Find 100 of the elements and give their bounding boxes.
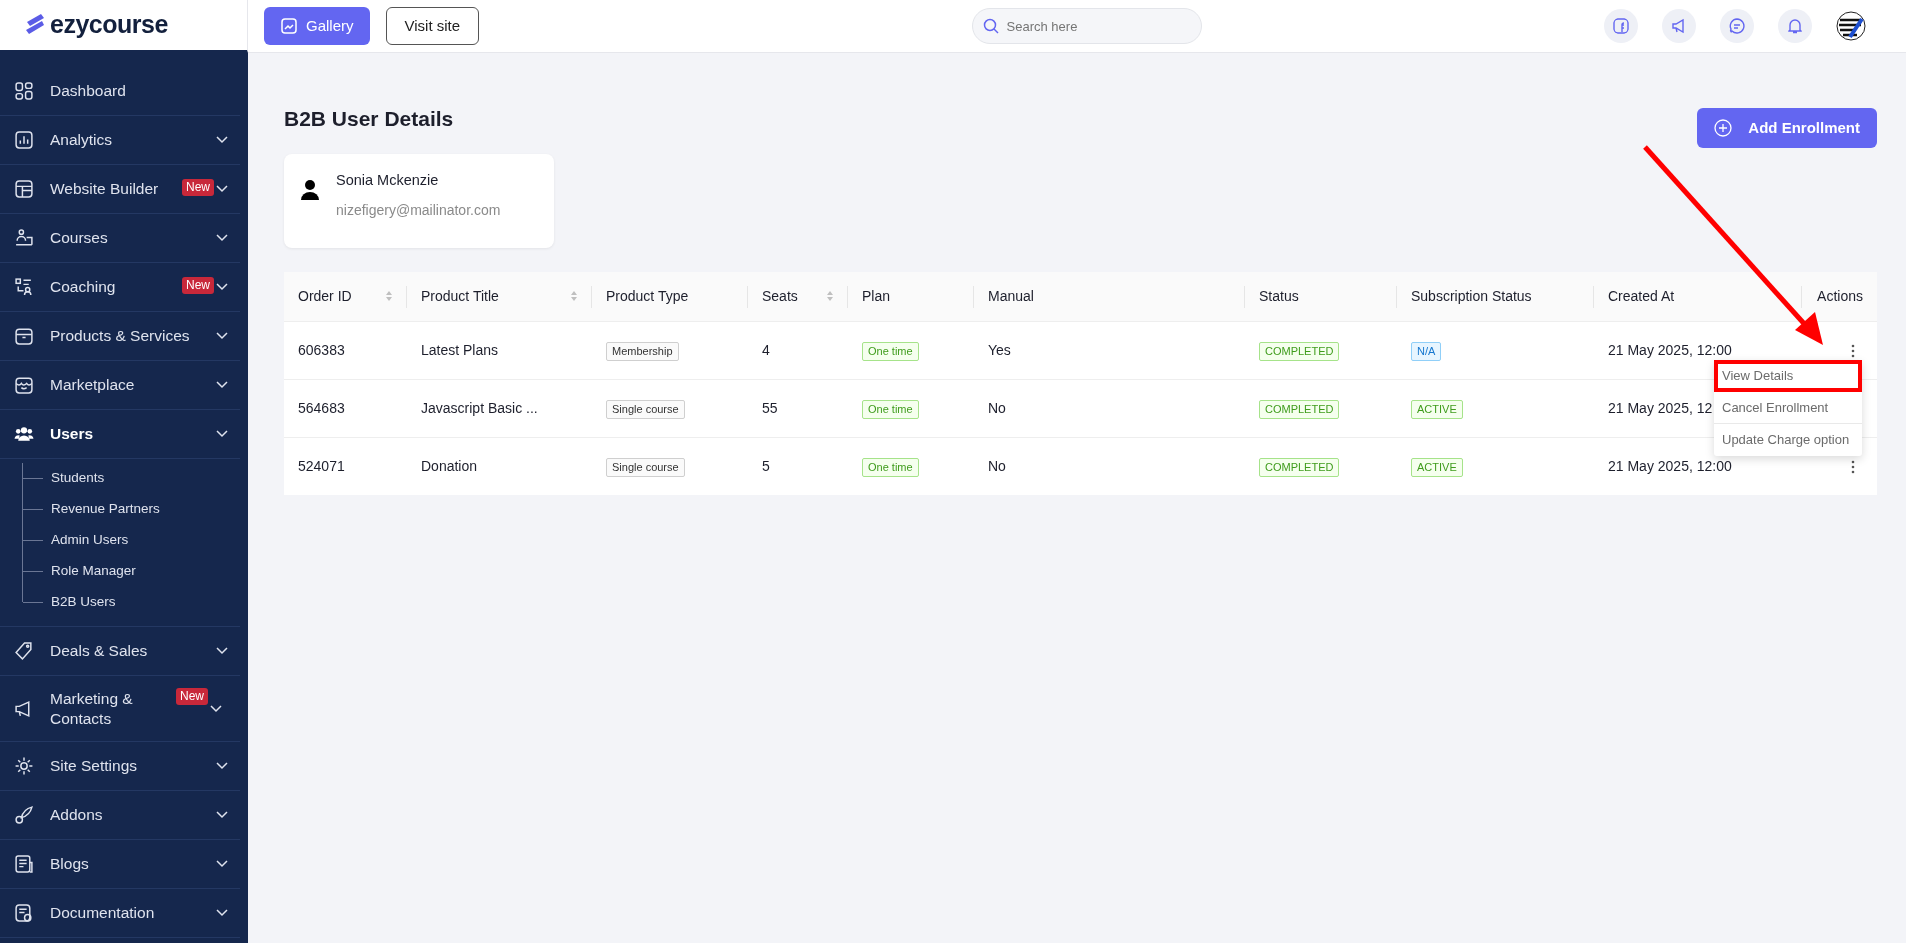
sidebar-label[interactable]: Dashboard [50,79,228,103]
tag-icon [14,641,34,661]
menu-item[interactable]: Cancel Enrollment [1714,392,1862,424]
column-header[interactable]: Product Title [421,285,499,307]
sidebar-label[interactable]: Website Builder [50,177,166,201]
sidebar-item[interactable]: Addons [0,791,240,840]
sidebar-label[interactable]: Addons [50,803,200,827]
menu-item[interactable]: Update Charge option [1714,424,1862,456]
sidebar-item[interactable]: Dashboard [0,67,240,116]
table-cell: Javascript Basic ... [421,399,538,416]
sidebar-item[interactable]: Deals & Sales [0,627,240,676]
document-icon [14,854,34,874]
submenu-item[interactable]: B2B Users [51,592,116,613]
sort-icon[interactable] [570,290,578,303]
sidebar-item[interactable]: Website Builder New [0,165,240,214]
column-header[interactable]: Order ID [298,285,352,307]
table-cell: Latest Plans [421,341,499,358]
visit-site-button[interactable]: Visit site [385,7,480,45]
column-header[interactable]: Created At [1608,285,1675,307]
more-icon[interactable] [1851,460,1855,475]
new-badge: New [182,179,214,196]
sidebar-item[interactable]: Products & Services [0,312,240,361]
store-icon [14,375,34,395]
sidebar-item[interactable]: Courses [0,214,240,263]
submenu-item[interactable]: Revenue Partners [51,499,160,520]
sidebar-item[interactable]: Documentation [0,889,240,938]
sidebar-label[interactable]: Products & Services [50,324,200,348]
chevron-icon [216,136,228,144]
column-header[interactable]: Status [1259,285,1299,307]
column-header[interactable]: Plan [862,285,891,307]
sidebar-label[interactable]: Blogs [50,852,200,876]
user-email: nizefigery@mailinator.com [336,200,501,220]
gear-icon [14,756,34,776]
chevron-icon [216,811,228,819]
sidebar-label[interactable]: Coaching [50,275,166,299]
sidebar-item[interactable]: Site Settings [0,742,240,791]
column-header[interactable]: Manual [988,285,1034,307]
table-cell: 524071 [298,457,345,474]
chevron-icon [216,860,228,868]
users-icon [14,424,34,444]
chat-icon[interactable] [1720,9,1754,43]
bell-icon[interactable] [1778,9,1812,43]
facebook-icon[interactable] [1604,9,1638,43]
chevron-icon [216,332,228,340]
add-enrollment-button[interactable]: Add Enrollment [1697,108,1877,148]
sidebar-item[interactable]: Marketplace [0,361,240,410]
avatar-icon[interactable] [1836,11,1866,41]
gallery-button[interactable]: Gallery [264,7,370,45]
status-tag: COMPLETED [1259,457,1340,477]
sidebar-label[interactable]: Users [50,422,200,446]
plus-circle-icon [1714,119,1733,137]
chevron-icon [216,381,228,389]
plan-tag: One time [862,457,919,477]
chevron-icon [216,283,228,291]
submenu-item[interactable]: Role Manager [51,561,136,582]
sidebar-label[interactable]: Marketing & Contacts [50,688,160,729]
chevron-icon [210,704,222,713]
chevron-icon [216,647,228,655]
grid-icon [14,81,34,101]
sort-icon[interactable] [385,290,393,303]
table-cell: No [988,399,1006,416]
logo-text[interactable]: ezycourse [50,6,168,44]
page-title: B2B User Details [284,106,454,132]
sidebar-label[interactable]: Marketplace [50,373,200,397]
table-cell: Yes [988,341,1011,358]
sort-icon[interactable] [826,290,834,303]
status-tag: COMPLETED [1259,399,1340,419]
chevron-icon [216,185,228,193]
new-badge: New [182,277,214,294]
megaphone-icon[interactable] [1662,9,1696,43]
user-name: Sonia Mckenzie [336,171,440,190]
sidebar-label[interactable]: Courses [50,226,200,250]
sidebar-label[interactable]: Deals & Sales [50,639,200,663]
gallery-icon [280,17,298,35]
sidebar-label[interactable]: Analytics [50,128,200,152]
more-icon[interactable] [1851,343,1855,358]
chevron-icon [216,430,228,438]
submenu-item[interactable]: Admin Users [51,530,129,551]
teacher-icon [14,228,34,248]
sidebar-item[interactable]: Coaching New [0,263,240,312]
coaching-icon [14,277,34,297]
chart-icon [14,130,34,150]
table-cell: 55 [762,399,778,416]
sidebar-item[interactable]: Marketing & Contacts New [0,676,240,742]
search-field[interactable]: Search here [971,8,1202,44]
table-cell: 564683 [298,399,345,416]
table-cell: 5 [762,457,770,474]
subscription-tag: N/A [1411,341,1442,361]
sidebar-item[interactable]: Blogs [0,840,240,889]
subscription-tag: ACTIVE [1411,457,1463,477]
sidebar-label[interactable]: Site Settings [50,754,200,778]
search-icon [982,18,999,34]
sidebar-item[interactable]: Analytics [0,116,240,165]
column-header[interactable]: Seats [762,285,798,307]
submenu-item[interactable]: Students [51,468,105,489]
sidebar-label[interactable]: Documentation [50,901,200,925]
sidebar-item[interactable]: Users [0,410,240,459]
menu-item[interactable]: View Details [1714,360,1862,392]
new-badge: New [176,688,208,705]
table-cell: 21 May 2025, 12:00 [1608,457,1732,474]
